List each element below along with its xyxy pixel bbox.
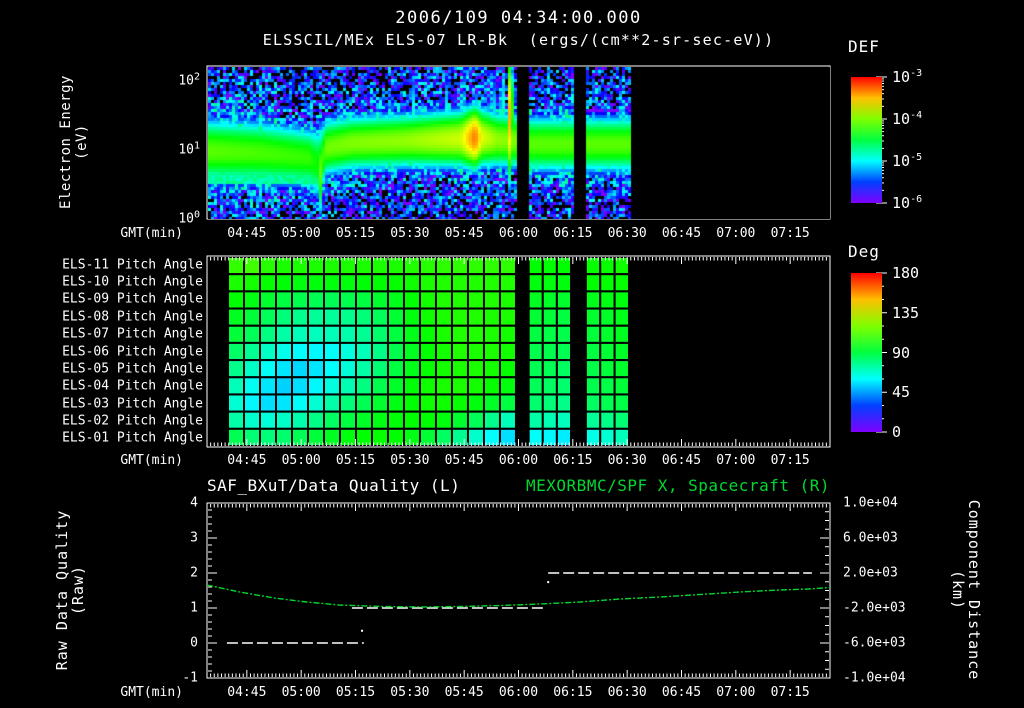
distance-tick-label: -6.0e+03 [843,635,906,651]
time-tick-label-axis1: 05:00 [281,226,321,241]
energy-axis-label-line1: Electron Energy [58,75,74,209]
pitch-row-label: ELS-02 Pitch Angle [62,413,203,429]
quality-tick-label: 0 [190,635,198,651]
time-tick-label-axis2: 04:45 [227,453,267,468]
time-tick-label-axis3: 06:00 [498,685,539,700]
time-tick-label-axis2: 05:30 [390,453,430,468]
def-colorbar-tick-label: 10-3 [892,68,923,86]
gmt-axis-caption-3: GMT(min) [120,685,183,700]
time-tick-label-axis3: 04:45 [227,685,267,700]
colorbar-deg-title: Deg [848,242,880,261]
time-tick-label-axis2: 05:45 [444,453,484,468]
time-tick-label-axis1: 07:15 [770,226,810,241]
time-tick-label-axis3: 07:00 [716,685,756,700]
def-colorbar-tick-label: 10-4 [892,110,923,128]
pitch-row-label: ELS-07 Pitch Angle [62,326,203,342]
distance-tick-label: 6.0e+03 [843,530,898,546]
time-tick-label-axis2: 06:00 [498,453,539,468]
time-tick-label-axis2: 06:30 [607,453,647,468]
time-tick-label-axis1: 07:00 [716,226,756,241]
deg-colorbar-tick-label: 135 [892,303,920,322]
pitch-row-label: ELS-04 Pitch Angle [62,378,203,394]
page-title-timestamp: 2006/109 04:34:00.000 [395,8,642,28]
quality-ticks [208,502,829,679]
colorbar-deg-gradient [851,273,882,432]
time-tick-label-axis1: 06:45 [661,226,702,241]
time-tick-label-axis3: 05:30 [390,685,430,700]
time-tick-label-axis2: 07:15 [770,453,810,468]
gmt-axis-caption-1: GMT(min) [120,226,183,241]
pitch-row-label: ELS-05 Pitch Angle [62,361,203,377]
time-tick-label-axis3: 05:00 [281,685,321,700]
quality-tick-label: -1 [182,670,198,686]
distance-tick-label: -1.0e+04 [843,670,906,686]
time-tick-label-axis1: 06:00 [498,226,539,241]
distance-axis-label: Component Distance (km) [949,495,983,685]
energy-tick-label: 102 [178,71,200,89]
time-tick-label-axis1: 06:30 [607,226,647,241]
distance-tick-label: -2.0e+03 [843,600,906,616]
deg-colorbar-tick-label: 45 [892,383,911,402]
deg-colorbar-tick-label: 180 [892,264,920,282]
distance-axis-label-line2: (km) [949,569,967,611]
quality-axis-label: Raw Data Quality (Raw) [53,505,87,675]
plot-screen: 2006/109 04:34:00.000 ELSSCIL/MEx ELS-07… [0,0,1024,708]
pitch-row-label: ELS-10 Pitch Angle [62,274,203,290]
page-title-instrument: ELSSCIL/MEx ELS-07 LR-Bk (ergs/(cm**2-sr… [262,31,775,49]
energy-axis-label-line2: (eV) [74,124,90,160]
time-tick-label-axis2: 05:15 [335,453,376,468]
quality-axis-label-line2: (Raw) [69,564,87,616]
deg-colorbar-tick-label: 0 [892,423,902,441]
time-tick-label-axis2: 07:00 [716,453,756,468]
time-tick-label-axis3: 05:15 [335,685,376,700]
electron-energy-spectrogram-canvas [208,67,830,219]
colorbar-def-title: DEF [848,37,880,56]
time-tick-label-axis1: 04:45 [227,226,267,241]
def-colorbar-tick-label: 10-6 [892,194,923,212]
pitch-row-label: ELS-01 Pitch Angle [62,430,203,446]
pitch-row-label: ELS-09 Pitch Angle [62,291,203,307]
time-tick-label-axis3: 06:30 [607,685,647,700]
time-tick-label-axis3: 06:45 [661,685,702,700]
quality-tick-label: 1 [190,600,198,616]
time-tick-label-axis1: 05:45 [444,226,484,241]
time-tick-label-axis1: 05:15 [335,226,376,241]
time-tick-label-axis3: 07:15 [770,685,810,700]
pitch-row-label: ELS-03 Pitch Angle [62,396,203,412]
data-series [206,572,831,644]
def-colorbar-tick-label: 10-5 [892,152,923,170]
energy-tick-label: 101 [178,140,200,158]
colorbar-def-gradient [851,77,882,203]
distance-axis-label-line1: Component Distance [965,499,983,681]
distance-tick-label: 1.0e+04 [843,495,898,511]
energy-tick-label: 100 [178,209,200,227]
pitch-row-label: ELS-06 Pitch Angle [62,344,203,359]
time-tick-label-axis1: 06:15 [553,226,593,241]
time-tick-label-axis3: 06:15 [553,685,593,700]
pitch-row-label: ELS-08 Pitch Angle [62,309,203,325]
deg-colorbar-tick-label: 90 [892,343,911,362]
pitch-row-label: ELS-11 Pitch Angle [62,257,203,273]
energy-axis-label: Electron Energy (eV) [58,67,90,217]
quality-axis-label-line1: Raw Data Quality [53,509,71,671]
time-tick-label-axis3: 05:45 [444,685,484,700]
pitch-angle-cells [227,256,630,447]
orbit-series-title: MEXORBMC/SPF X, Spacecraft (R) [526,476,830,495]
quality-tick-label: 4 [190,495,198,511]
time-tick-label-axis2: 06:45 [661,453,702,468]
time-tick-label-axis1: 05:30 [390,226,430,241]
gmt-axis-caption-2: GMT(min) [120,453,183,468]
orbit-x-curve [206,584,831,608]
time-tick-label-axis2: 05:00 [281,453,321,468]
distance-tick-label: 2.0e+03 [843,565,898,581]
quality-tick-label: 3 [190,530,198,546]
quality-tick-label: 2 [190,565,198,581]
time-tick-label-axis2: 06:15 [553,453,593,468]
